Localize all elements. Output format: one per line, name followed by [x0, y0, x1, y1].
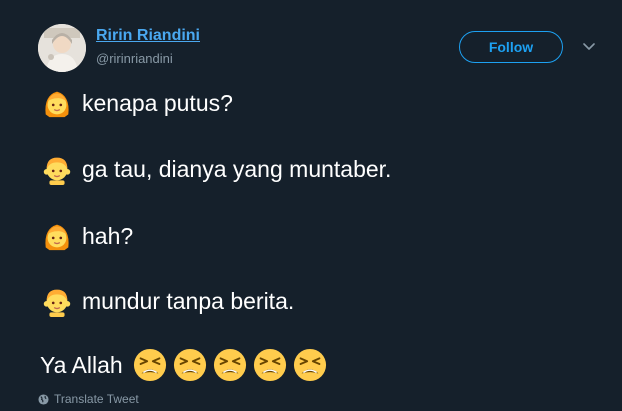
tired-face-emoji-icon: [133, 348, 166, 382]
tweet-line: ga tau, dianya yang muntaber.: [40, 152, 391, 186]
chevron-down-icon[interactable]: [580, 38, 598, 56]
tweet-line-text: hah?: [82, 222, 134, 249]
tired-face-emoji-icon: [253, 348, 286, 382]
child-emoji-icon: [43, 157, 71, 186]
tweet-card: Ririn Riandini @ririnriandini Follow ken…: [0, 0, 622, 411]
globe-icon: [38, 393, 49, 405]
tired-face-emoji-icon: [293, 348, 326, 382]
avatar[interactable]: [38, 24, 86, 72]
tweet-line-text: ga tau, dianya yang muntaber.: [82, 155, 392, 182]
person-blond-hair-emoji-icon: [45, 91, 69, 118]
avatar-image: [38, 24, 86, 72]
tired-face-emoji-icon: [213, 348, 246, 382]
tweet-line: kenapa putus?: [40, 86, 233, 120]
author-handle: @ririnriandini: [96, 51, 173, 66]
person-blond-hair-emoji-icon: [45, 224, 69, 251]
follow-button[interactable]: Follow: [459, 31, 563, 63]
author-name[interactable]: Ririn Riandini: [96, 27, 200, 45]
tweet-line-text: mundur tanpa berita.: [82, 287, 295, 314]
tweet-closing-text: Ya Allah: [40, 351, 123, 378]
child-emoji-icon: [43, 289, 71, 318]
tweet-line: mundur tanpa berita.: [40, 284, 294, 318]
tweet-line-text: kenapa putus?: [82, 89, 233, 116]
tweet-line: hah?: [40, 219, 133, 253]
tweet-closing-line: Ya Allah: [40, 348, 333, 382]
translate-tweet-link[interactable]: Translate Tweet: [38, 392, 139, 406]
tired-face-emoji-icon: [173, 348, 206, 382]
translate-tweet-label: Translate Tweet: [54, 392, 139, 406]
